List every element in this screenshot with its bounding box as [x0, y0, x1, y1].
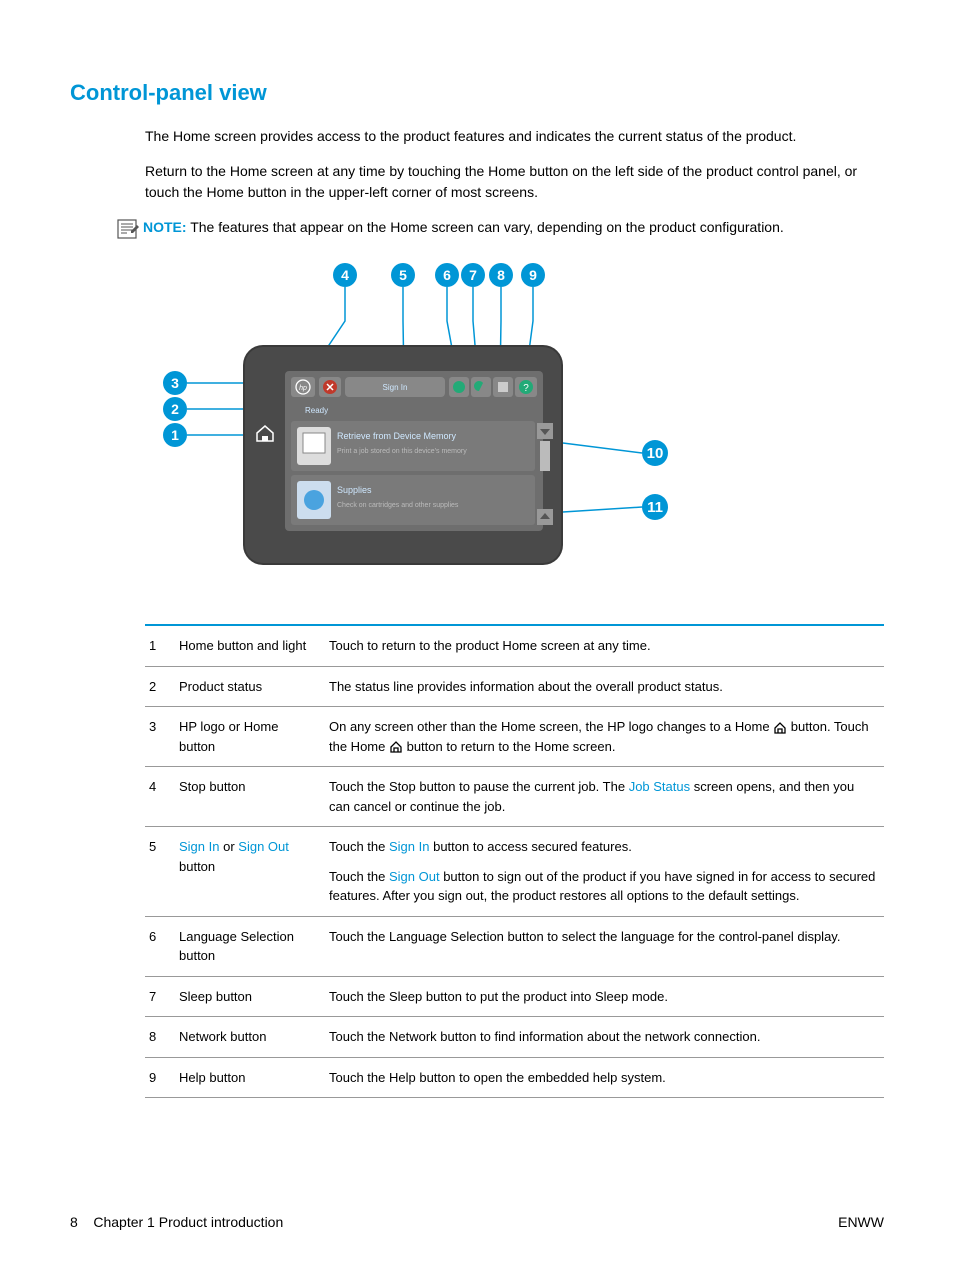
svg-text:Check on cartridges and other: Check on cartridges and other supplies — [337, 502, 459, 509]
svg-text:7: 7 — [469, 267, 477, 283]
intro-para-1: The Home screen provides access to the p… — [145, 126, 884, 147]
section-heading: Control-panel view — [70, 80, 884, 106]
svg-text:hp: hp — [299, 385, 307, 392]
svg-text:10: 10 — [647, 445, 664, 462]
svg-text:Retrieve from Device Memory: Retrieve from Device Memory — [337, 431, 457, 441]
sign-in-link-2[interactable]: Sign In — [389, 839, 429, 854]
svg-text:Supplies: Supplies — [337, 485, 372, 495]
row3-desc: On any screen other than the Home screen… — [325, 707, 884, 767]
svg-text:6: 6 — [443, 267, 451, 283]
svg-text:5: 5 — [399, 267, 407, 283]
svg-text:2: 2 — [171, 401, 179, 417]
svg-text:4: 4 — [341, 267, 349, 283]
note-icon — [115, 217, 143, 241]
sign-out-link[interactable]: Sign Out — [238, 839, 289, 854]
page-footer: 8 Chapter 1 Product introduction ENWW — [70, 1214, 884, 1230]
chapter-label: Chapter 1 Product introduction — [93, 1214, 283, 1230]
note-block: NOTE: The features that appear on the Ho… — [115, 217, 884, 241]
control-panel-diagram: 4 5 6 7 8 9 3 2 1 10 11 — [145, 261, 884, 594]
svg-text:Sign In: Sign In — [383, 383, 408, 392]
note-text: The features that appear on the Home scr… — [190, 219, 784, 235]
sign-out-link-2[interactable]: Sign Out — [389, 869, 440, 884]
svg-text:11: 11 — [647, 499, 663, 516]
svg-text:?: ? — [523, 383, 529, 394]
svg-text:8: 8 — [497, 267, 505, 283]
job-status-link[interactable]: Job Status — [629, 779, 690, 794]
svg-text:3: 3 — [171, 375, 179, 391]
svg-text:Print a job stored on this dev: Print a job stored on this device's memo… — [337, 448, 467, 455]
home-icon — [389, 741, 403, 753]
reference-table: 1Home button and lightTouch to return to… — [145, 624, 884, 1098]
svg-text:Ready: Ready — [305, 406, 328, 415]
footer-right: ENWW — [838, 1214, 884, 1230]
intro-para-2: Return to the Home screen at any time by… — [145, 161, 884, 203]
sign-in-link[interactable]: Sign In — [179, 839, 219, 854]
home-icon — [773, 722, 787, 734]
svg-text:9: 9 — [529, 267, 537, 283]
svg-text:1: 1 — [171, 427, 179, 443]
page-number: 8 — [70, 1214, 78, 1230]
note-label: NOTE: — [143, 219, 187, 235]
